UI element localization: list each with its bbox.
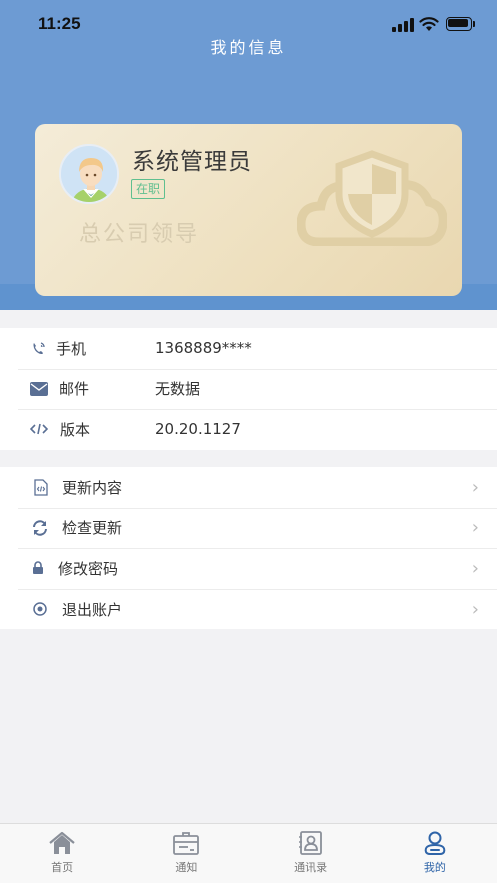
- change-password-item[interactable]: 修改密码 ›: [0, 548, 497, 589]
- shield-cloud-icon: [297, 150, 447, 246]
- actions-section: 更新内容 › 检查更新 › 修改密码 › 退出账户 ›: [0, 467, 497, 630]
- page-title: 我的信息: [210, 38, 287, 57]
- department: 总公司领导: [79, 222, 200, 247]
- logout-item[interactable]: 退出账户 ›: [0, 588, 497, 630]
- email-value: 无数据: [155, 380, 201, 399]
- tab-label: 我的: [423, 861, 446, 874]
- phone-icon: [30, 339, 48, 357]
- tab-label: 通讯录: [294, 861, 328, 874]
- user-name: 系统管理员: [132, 149, 252, 175]
- tab-label: 通知: [175, 861, 198, 874]
- action-label: 检查更新: [62, 519, 123, 538]
- status-badge: 在职: [131, 179, 166, 199]
- mail-icon: [30, 380, 48, 398]
- action-label: 修改密码: [58, 559, 119, 578]
- profile-card: 系统管理员 在职 总公司领导: [35, 124, 462, 296]
- tab-contacts[interactable]: 通讯录: [249, 824, 373, 883]
- contacts-icon: [298, 831, 322, 855]
- battery-icon: [446, 17, 476, 31]
- tab-bar: 首页 通知 通讯录 我的: [0, 823, 497, 883]
- code-icon: [30, 420, 48, 438]
- refresh-icon: [31, 519, 49, 537]
- chevron-right-icon: ›: [471, 517, 479, 539]
- action-label: 退出账户: [62, 600, 123, 619]
- wifi-icon: [419, 17, 439, 31]
- lock-icon: [29, 559, 47, 577]
- avatar: [59, 144, 119, 204]
- info-row-phone: 手机 1368889****: [0, 328, 497, 369]
- profile-icon: [424, 831, 446, 855]
- version-value: 20.20.1127: [155, 420, 241, 439]
- phone-value: 1368889****: [155, 339, 252, 358]
- action-label: 更新内容: [62, 478, 123, 497]
- chevron-right-icon: ›: [471, 598, 479, 620]
- tab-label: 首页: [51, 861, 74, 874]
- info-section: 手机 1368889**** 邮件 无数据 版本 20.20.1127: [0, 328, 497, 450]
- status-time: 11:25: [38, 14, 81, 33]
- file-code-icon: [32, 478, 50, 496]
- eye-icon: [31, 600, 49, 618]
- info-row-version: 版本 20.20.1127: [0, 409, 497, 450]
- chevron-right-icon: ›: [471, 476, 479, 498]
- cellular-signal-icon: [392, 18, 414, 32]
- info-label: 版本: [60, 420, 91, 439]
- info-row-email: 邮件 无数据: [0, 368, 497, 410]
- info-label: 手机: [56, 339, 87, 358]
- home-icon: [49, 831, 75, 854]
- tab-home[interactable]: 首页: [0, 824, 124, 883]
- tab-notice[interactable]: 通知: [124, 824, 248, 883]
- update-content-item[interactable]: 更新内容 ›: [0, 467, 497, 508]
- check-update-item[interactable]: 检查更新 ›: [0, 507, 497, 549]
- tab-mine[interactable]: 我的: [373, 824, 497, 883]
- info-label: 邮件: [59, 380, 90, 399]
- notice-icon: [173, 832, 200, 855]
- chevron-right-icon: ›: [471, 557, 479, 579]
